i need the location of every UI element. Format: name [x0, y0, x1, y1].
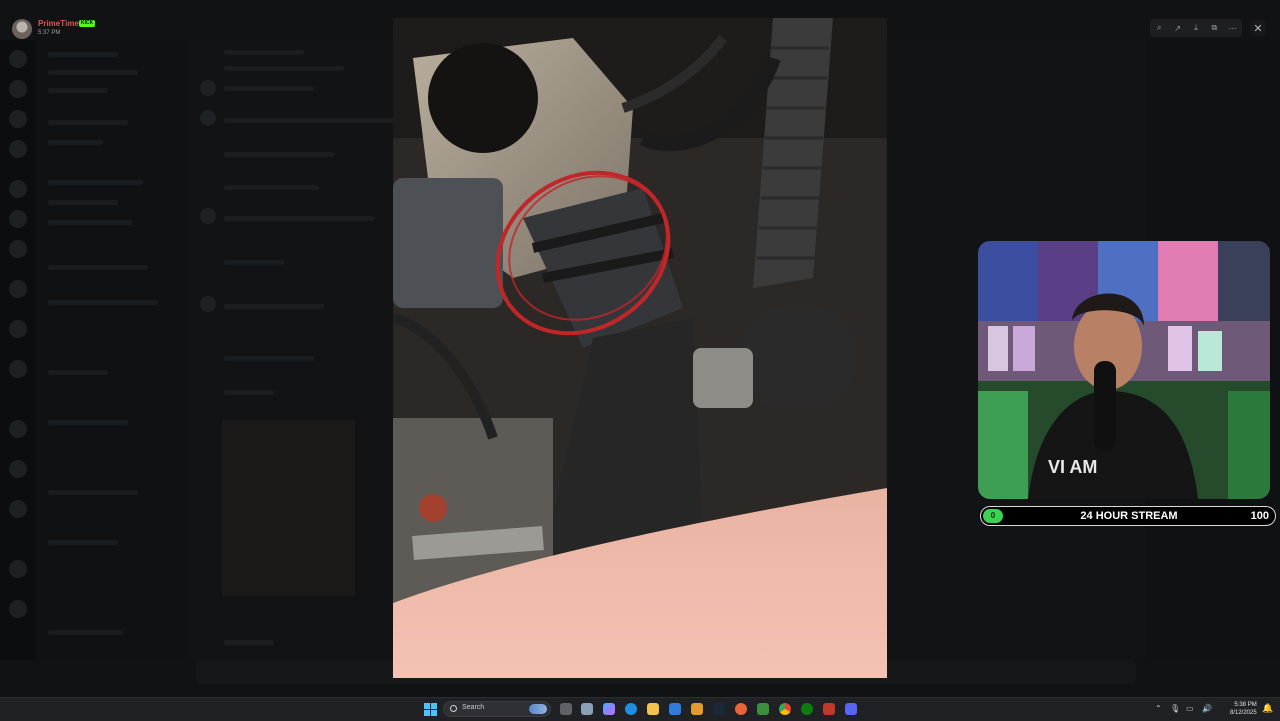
copilot-icon[interactable]	[603, 703, 615, 715]
kick-badge: KICK	[79, 20, 96, 27]
channel-item	[48, 540, 118, 545]
channel-item	[48, 265, 148, 270]
server-icon	[9, 80, 27, 98]
message-line	[224, 118, 394, 123]
uploader-name: PrimeTime	[38, 19, 79, 28]
open-external-icon[interactable]: ⧉	[1207, 21, 1221, 35]
avatar	[200, 296, 216, 312]
channel-item	[48, 630, 123, 635]
avatar	[200, 110, 216, 126]
volume-icon[interactable]: 🔊	[1202, 704, 1212, 713]
server-icon	[9, 180, 27, 198]
server-icon	[9, 140, 27, 158]
avatar	[200, 208, 216, 224]
server-icon	[9, 420, 27, 438]
keyboard-icon[interactable]: ▭	[1186, 704, 1194, 713]
message-line	[224, 86, 314, 91]
channel-item	[48, 300, 158, 305]
avatar	[200, 80, 216, 96]
message-line	[224, 356, 314, 361]
server-icon	[9, 110, 27, 128]
message-line	[224, 185, 319, 190]
message-line	[224, 50, 304, 55]
chat-image-thumbnail	[222, 420, 355, 596]
discord-icon[interactable]	[845, 703, 857, 715]
microphone-icon[interactable]: 🎙	[1170, 704, 1180, 713]
progress-title: 24 HOUR STREAM	[1080, 510, 1178, 522]
channel-item	[48, 120, 128, 125]
channel-item	[48, 200, 118, 205]
stream-progress-bar: 0 24 HOUR STREAM 100	[980, 506, 1276, 526]
engine-photo	[393, 18, 887, 678]
channel-item	[48, 180, 143, 185]
server-icon	[9, 320, 27, 338]
image-toolbar: ⌕ ↗ ⤓ ⧉ ⋯	[1150, 19, 1242, 37]
steam-icon[interactable]	[713, 703, 725, 715]
webcam-overlay: VI AM	[978, 241, 1270, 499]
channel-item	[48, 420, 128, 425]
more-icon[interactable]: ⋯	[1226, 21, 1240, 35]
zoom-icon[interactable]: ⌕	[1152, 21, 1166, 35]
server-list	[0, 40, 36, 660]
message-line	[224, 260, 284, 265]
server-icon	[9, 240, 27, 258]
channel-item	[48, 88, 108, 93]
server-icon	[9, 500, 27, 518]
tray-overflow-icon[interactable]: ⌃	[1155, 704, 1162, 713]
taskbar-clock[interactable]: 5:38 PM 8/12/2025	[1230, 701, 1257, 717]
message-line	[224, 216, 374, 221]
channel-item	[48, 52, 118, 57]
channel-item	[48, 140, 103, 145]
channel-item	[48, 490, 138, 495]
windows-start-icon[interactable]	[424, 703, 437, 716]
server-icon	[9, 50, 27, 68]
search-highlight-icon	[529, 704, 547, 714]
outlook-icon[interactable]	[669, 703, 681, 715]
server-icon	[9, 210, 27, 228]
message-line	[224, 304, 324, 309]
message-line	[224, 640, 274, 645]
image-viewer[interactable]	[393, 18, 887, 678]
channel-item	[48, 220, 133, 225]
close-icon[interactable]: ✕	[1250, 20, 1266, 36]
message-line	[224, 66, 344, 71]
notification-bell-icon[interactable]: 🔔	[1262, 703, 1273, 715]
xbox-icon[interactable]	[801, 703, 813, 715]
server-icon	[9, 560, 27, 578]
channel-item	[48, 70, 138, 75]
progress-end-label: 100	[1250, 510, 1269, 522]
edge-icon[interactable]	[625, 703, 637, 715]
taskbar: Search ⌃ 🎙 ▭ 🔊 5:38 PM 8/12/2025 🔔	[0, 697, 1280, 721]
clock-time: 5:38 PM	[1234, 702, 1257, 708]
forward-icon[interactable]: ↗	[1171, 21, 1185, 35]
server-icon	[9, 360, 27, 378]
search-placeholder: Search	[462, 704, 485, 711]
server-icon	[9, 600, 27, 618]
upload-time: 5:37 PM	[38, 30, 61, 36]
server-icon	[9, 460, 27, 478]
avatar	[12, 19, 32, 39]
message-line	[224, 152, 334, 157]
firefox-icon[interactable]	[735, 703, 747, 715]
shirt-print: VI AM	[1048, 457, 1097, 477]
widgets-icon[interactable]	[581, 703, 593, 715]
channel-list	[36, 40, 186, 660]
app-icon[interactable]	[823, 703, 835, 715]
channel-item	[48, 370, 108, 375]
download-icon[interactable]: ⤓	[1189, 21, 1203, 35]
webcam-feed: VI AM	[978, 241, 1270, 499]
task-view-icon[interactable]	[560, 703, 572, 715]
app-icon[interactable]	[757, 703, 769, 715]
clock-date: 8/12/2025	[1230, 710, 1257, 716]
search-icon	[450, 705, 457, 712]
message-line	[224, 390, 274, 395]
server-icon	[9, 280, 27, 298]
file-explorer-icon[interactable]	[647, 703, 659, 715]
taskbar-search[interactable]: Search	[443, 701, 551, 717]
chrome-icon[interactable]	[779, 703, 791, 715]
app-icon[interactable]	[691, 703, 703, 715]
